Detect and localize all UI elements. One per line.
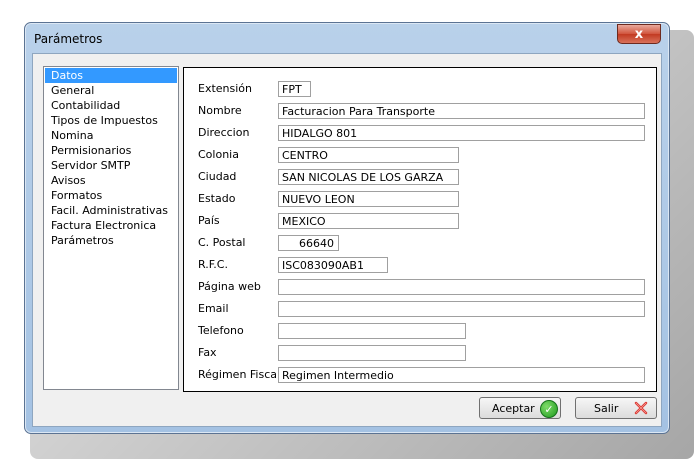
cpostal-field[interactable]: 66640	[278, 235, 339, 251]
colonia-label: Colonia	[198, 148, 239, 161]
extension-field[interactable]: FPT	[278, 81, 311, 97]
datos-form: Extensión FPT Nombre Facturacion Para Tr…	[183, 67, 657, 392]
estado-field[interactable]: NUEVO LEON	[278, 191, 459, 207]
nav-item-formatos[interactable]: Formatos	[45, 188, 177, 203]
check-circle-icon: ✓	[540, 400, 558, 418]
nombre-label: Nombre	[198, 104, 242, 117]
email-field[interactable]	[278, 301, 645, 317]
parametros-dialog: Parámetros x Datos General Contabilidad …	[24, 22, 670, 434]
nav-item-servidor-smtp[interactable]: Servidor SMTP	[45, 158, 177, 173]
rfc-label: R.F.C.	[198, 258, 228, 271]
salir-button[interactable]: Salir	[575, 397, 657, 419]
nombre-field[interactable]: Facturacion Para Transporte	[278, 103, 645, 119]
aceptar-button[interactable]: Aceptar ✓	[479, 397, 561, 419]
pais-label: País	[198, 214, 220, 227]
rfc-field[interactable]: ISC083090AB1	[278, 257, 388, 273]
nav-item-datos[interactable]: Datos	[45, 68, 177, 83]
nav-item-nomina[interactable]: Nomina	[45, 128, 177, 143]
close-button[interactable]: x	[617, 24, 661, 44]
fax-field[interactable]	[278, 345, 466, 361]
nav-item-avisos[interactable]: Avisos	[45, 173, 177, 188]
telefono-label: Telefono	[198, 324, 244, 337]
aceptar-button-label: Aceptar	[492, 401, 535, 415]
regimen-fiscal-field[interactable]: Regimen Intermedio	[278, 367, 645, 383]
pagina-web-field[interactable]	[278, 279, 645, 295]
nav-item-factura-electronica[interactable]: Factura Electronica	[45, 218, 177, 233]
pagina-web-label: Página web	[198, 280, 261, 293]
ciudad-field[interactable]: SAN NICOLAS DE LOS GARZA	[278, 169, 459, 185]
extension-label: Extensión	[198, 82, 253, 95]
telefono-field[interactable]	[278, 323, 466, 339]
nav-item-tipos-de-impuestos[interactable]: Tipos de Impuestos	[45, 113, 177, 128]
salir-button-label: Salir	[594, 401, 619, 415]
colonia-field[interactable]: CENTRO	[278, 147, 459, 163]
cpostal-label: C. Postal	[198, 236, 246, 249]
nav-item-contabilidad[interactable]: Contabilidad	[45, 98, 177, 113]
direccion-label: Direccion	[198, 126, 250, 139]
nav-item-general[interactable]: General	[45, 83, 177, 98]
red-x-icon	[634, 401, 648, 415]
nav-item-permisionarios[interactable]: Permisionarios	[45, 143, 177, 158]
title-bar[interactable]: Parámetros x	[25, 23, 669, 51]
nav-item-parametros[interactable]: Parámetros	[45, 233, 177, 248]
window-title: Parámetros	[34, 32, 103, 46]
regimen-fiscal-label: Régimen Fiscal	[198, 368, 281, 381]
close-icon: x	[634, 26, 644, 42]
category-list[interactable]: Datos General Contabilidad Tipos de Impu…	[43, 66, 179, 390]
direccion-field[interactable]: HIDALGO 801	[278, 125, 645, 141]
email-label: Email	[198, 302, 229, 315]
nav-item-facil-administrativas[interactable]: Facil. Administrativas	[45, 203, 177, 218]
fax-label: Fax	[198, 346, 217, 359]
dialog-client-area: Datos General Contabilidad Tipos de Impu…	[32, 53, 662, 427]
pais-field[interactable]: MEXICO	[278, 213, 459, 229]
ciudad-label: Ciudad	[198, 170, 237, 183]
estado-label: Estado	[198, 192, 236, 205]
